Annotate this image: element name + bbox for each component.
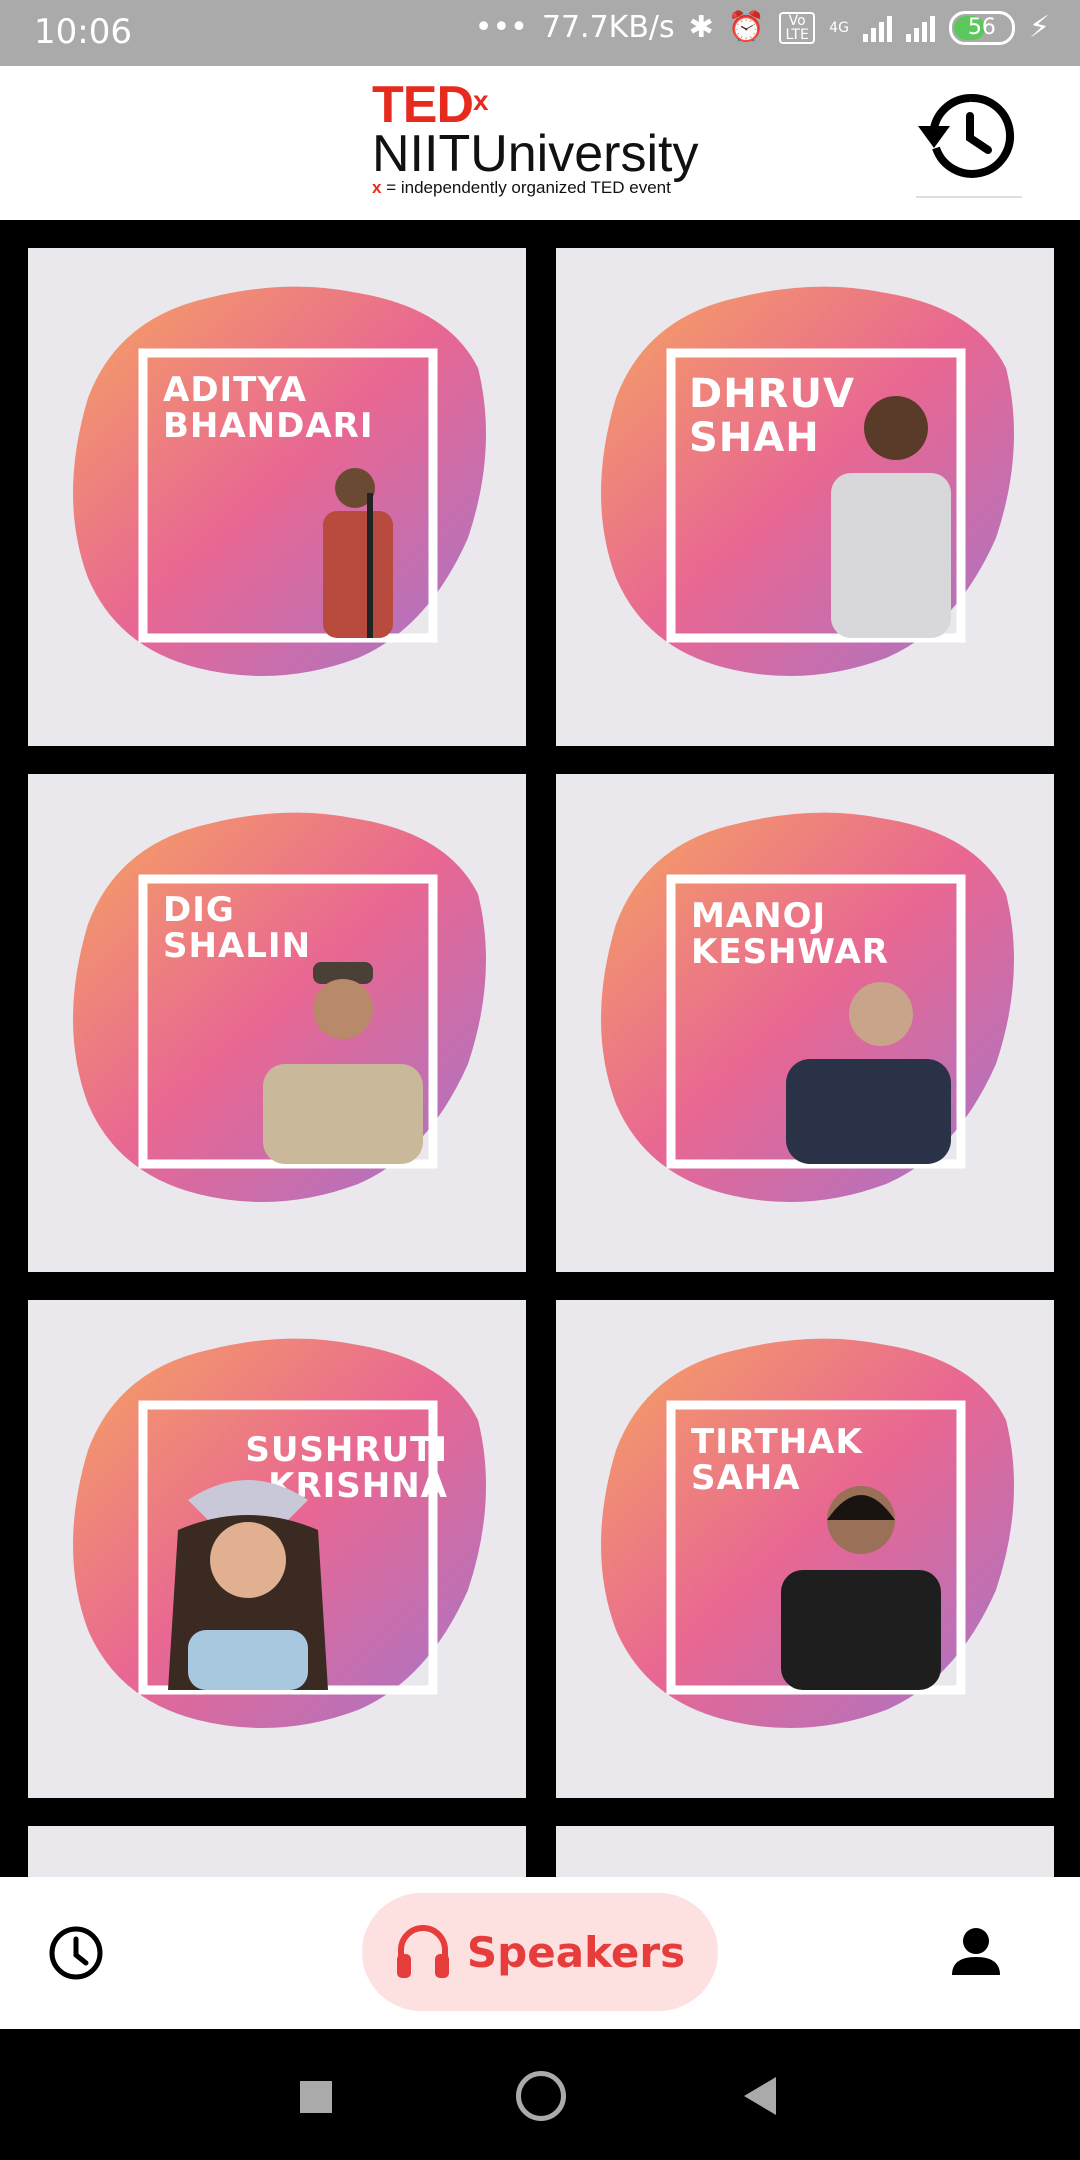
- speaker-card[interactable]: MANOJ KESHWAR: [556, 774, 1054, 1272]
- back-button[interactable]: [744, 2077, 776, 2115]
- nav-speakers-label: Speakers: [466, 1927, 686, 1977]
- logo-org: NIITUniversity: [372, 125, 699, 183]
- bottom-nav: Speakers: [0, 1877, 1080, 2029]
- speaker-card[interactable]: [28, 1826, 526, 1877]
- speaker-photo: [168, 1480, 328, 1690]
- status-bar: 10:06 ••• 77.7KB/s ✱ ⏰ Vo LTE 4G 56 ⚡: [0, 0, 1080, 66]
- person-icon: [952, 1928, 1000, 1975]
- volte-badge: Vo LTE: [779, 11, 816, 44]
- system-nav-bar: [0, 2029, 1080, 2160]
- network-speed: 77.7KB/s: [541, 10, 675, 45]
- headphones-icon: [396, 1925, 449, 1978]
- speaker-card[interactable]: DHRUV SHAH: [556, 248, 1054, 746]
- history-button[interactable]: [916, 86, 1022, 198]
- speaker-name: ADITYA BHANDARI: [163, 370, 374, 446]
- dots-icon: •••: [474, 10, 528, 45]
- speaker-name: MANOJ KESHWAR: [691, 896, 889, 972]
- clock-icon: [49, 1926, 103, 1980]
- signal-icon: [862, 14, 892, 42]
- signal-icon-2: [905, 14, 935, 42]
- paint-splash: [73, 286, 486, 676]
- nav-speakers-tab[interactable]: Speakers: [362, 1893, 718, 2011]
- nav-profile-button[interactable]: [948, 1923, 1004, 1983]
- battery-icon: 56: [948, 10, 1015, 45]
- speaker-photo: [781, 1486, 941, 1690]
- status-time: 10:06: [34, 12, 132, 52]
- speaker-photo: [786, 982, 951, 1164]
- speaker-card[interactable]: DIG SHALIN: [28, 774, 526, 1272]
- speaker-card[interactable]: ADITYA BHANDARI: [28, 248, 526, 746]
- app-header: TEDx NIITUniversity x = independently or…: [0, 66, 1080, 220]
- tedx-logo: TEDx NIITUniversity x = independently or…: [372, 76, 699, 197]
- history-icon: [918, 93, 1015, 178]
- speaker-card[interactable]: SUSHRUTI KRISHNA: [28, 1300, 526, 1798]
- paint-splash: [601, 286, 1014, 676]
- charging-icon: ⚡: [1028, 10, 1050, 45]
- home-button[interactable]: [516, 2071, 566, 2121]
- alarm-icon: ⏰: [727, 10, 766, 45]
- network-type: 4G: [829, 19, 849, 36]
- speaker-card[interactable]: TIRTHAK SAHA: [556, 1300, 1054, 1798]
- speaker-photo: [323, 468, 393, 638]
- speaker-card[interactable]: [556, 1826, 1054, 1877]
- logo-tagline: x = independently organized TED event: [372, 178, 671, 197]
- speaker-photo: [831, 396, 951, 638]
- nav-schedule-button[interactable]: [46, 1923, 106, 1983]
- speaker-photo: [263, 962, 423, 1164]
- recents-button[interactable]: [300, 2081, 332, 2113]
- status-icons: ••• 77.7KB/s ✱ ⏰ Vo LTE 4G 56 ⚡: [475, 10, 1050, 45]
- bluetooth-icon: ✱: [688, 10, 714, 45]
